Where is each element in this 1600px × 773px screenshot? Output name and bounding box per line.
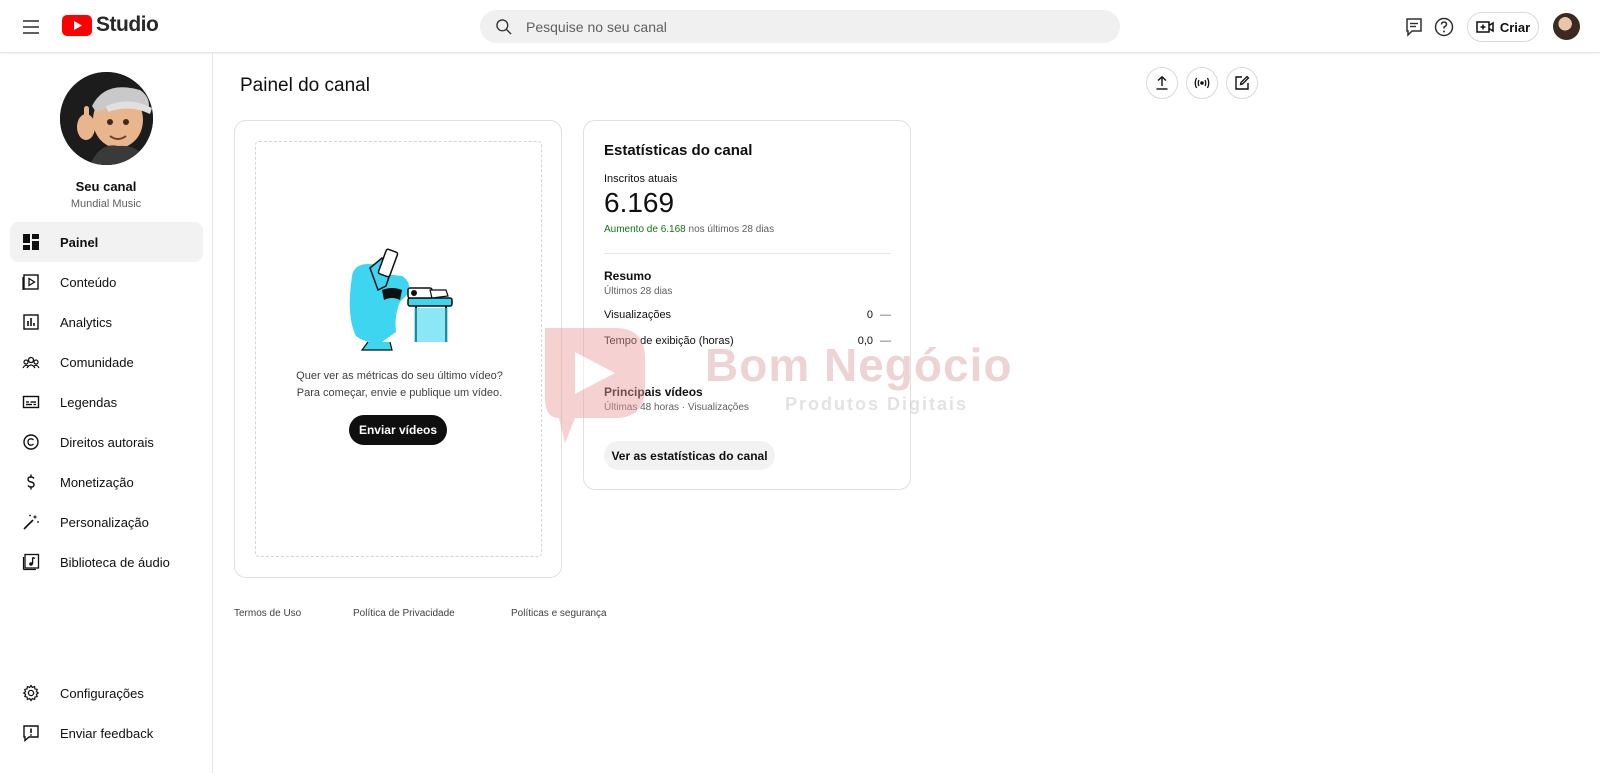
dollar-icon	[21, 472, 41, 492]
sidebar-item-label: Comunidade	[60, 354, 134, 370]
live-broadcast-icon	[1194, 77, 1210, 89]
top-videos-subtitle: Últimas 48 horas · Visualizações	[604, 402, 749, 413]
sidebar-item-biblioteca-audio[interactable]: Biblioteca de áudio	[10, 542, 203, 582]
account-avatar[interactable]	[1553, 13, 1580, 40]
metric-name: Visualizações	[604, 309, 672, 321]
sidebar-item-monetizacao[interactable]: Monetização	[10, 462, 203, 502]
create-post-button[interactable]	[1226, 67, 1258, 99]
sidebar: Seu canal Mundial Music Painel Conteúdo …	[0, 53, 213, 773]
messages-icon[interactable]	[1402, 15, 1426, 39]
sidebar-item-configuracoes[interactable]: Configurações	[10, 673, 203, 713]
footer-link-policies[interactable]: Políticas e segurança	[511, 608, 607, 619]
metric-name: Tempo de exibição (horas)	[604, 335, 734, 347]
copyright-icon	[21, 432, 41, 452]
upload-icon	[1156, 75, 1168, 90]
sidebar-item-label: Analytics	[60, 314, 113, 330]
sidebar-item-label: Conteúdo	[60, 274, 117, 290]
sidebar-item-label: Biblioteca de áudio	[60, 554, 170, 570]
studio-logo[interactable]: Studio	[62, 13, 159, 37]
memoji-avatar-icon	[60, 72, 153, 165]
metric-value: 0,0	[857, 335, 873, 347]
magic-wand-icon	[21, 512, 41, 532]
go-live-button[interactable]	[1186, 67, 1218, 99]
sidebar-bottom-nav: Configurações Enviar feedback	[10, 673, 203, 753]
upload-button[interactable]	[1146, 67, 1178, 99]
metric-trend: —	[880, 335, 891, 347]
footer-link-terms[interactable]: Termos de Uso	[234, 608, 301, 619]
search-bar[interactable]	[480, 10, 1120, 43]
dashboard-icon	[21, 232, 41, 252]
summary-period: Últimos 28 dias	[604, 286, 673, 297]
metric-trend: —	[880, 309, 891, 321]
sidebar-item-label: Monetização	[60, 474, 134, 490]
metric-value: 0	[866, 309, 873, 321]
subscribers-change-rest: nos últimos 28 dias	[685, 224, 775, 235]
sidebar-item-label: Legendas	[60, 394, 118, 410]
sidebar-item-comunidade[interactable]: Comunidade	[10, 342, 203, 382]
create-label: Criar	[1499, 19, 1531, 35]
logo-text: Studio	[96, 13, 159, 36]
footer-link-privacy[interactable]: Política de Privacidade	[353, 608, 455, 619]
subscribers-count: 6.169	[604, 187, 675, 218]
channel-title: Seu canal	[75, 179, 137, 194]
search-input[interactable]	[526, 18, 1086, 35]
sidebar-item-analytics[interactable]: Analytics	[10, 302, 203, 342]
feedback-icon	[21, 723, 41, 743]
sidebar-item-legendas[interactable]: Legendas	[10, 382, 203, 422]
gear-icon	[21, 683, 41, 703]
edit-icon	[1235, 75, 1250, 90]
sidebar-item-label: Direitos autorais	[60, 434, 154, 450]
divider	[604, 253, 891, 254]
sidebar-item-label: Configurações	[60, 685, 144, 701]
analytics-icon	[21, 312, 41, 332]
stats-title: Estatísticas do canal	[604, 142, 753, 159]
subscribers-change-highlight: Aumento de 6.168	[604, 224, 686, 235]
upload-videos-button[interactable]: Enviar vídeos	[349, 415, 447, 445]
subscribers-change: Aumento de 6.168 nos últimos 28 dias	[604, 224, 774, 235]
view-channel-stats-button[interactable]: Ver as estatísticas do canal	[604, 441, 775, 470]
upload-dropzone: Quer ver as métricas do seu último vídeo…	[255, 141, 542, 557]
upload-card: Quer ver as métricas do seu último vídeo…	[234, 120, 562, 578]
sidebar-nav: Painel Conteúdo Analytics Comunidade Leg…	[10, 222, 203, 582]
sidebar-item-label: Painel	[60, 234, 99, 250]
sidebar-item-personalizacao[interactable]: Personalização	[10, 502, 203, 542]
upload-prompt-line2: Para começar, envie e publique um vídeo.	[296, 387, 503, 399]
upload-prompt: Quer ver as métricas do seu último vídeo…	[256, 368, 543, 402]
create-button[interactable]: Criar	[1467, 12, 1539, 42]
page-title: Painel do canal	[240, 75, 370, 96]
summary-title: Resumo	[604, 269, 652, 283]
sidebar-item-enviar-feedback[interactable]: Enviar feedback	[10, 713, 203, 753]
metric-row: Visualizações 0 —	[604, 309, 891, 321]
channel-stats-card: Estatísticas do canal Inscritos atuais 6…	[583, 120, 911, 490]
menu-icon[interactable]	[18, 14, 44, 40]
metric-row: Tempo de exibição (horas) 0,0 —	[604, 335, 891, 347]
audio-library-icon	[21, 552, 41, 572]
subscribers-label: Inscritos atuais	[604, 173, 678, 185]
sidebar-item-painel[interactable]: Painel	[10, 222, 203, 262]
youtube-logo-icon	[62, 14, 92, 36]
community-icon	[21, 352, 41, 372]
sidebar-item-label: Enviar feedback	[60, 725, 154, 741]
microscope-illustration-icon	[349, 248, 453, 351]
channel-avatar[interactable]	[60, 72, 153, 165]
add-video-icon	[1476, 21, 1494, 33]
sidebar-item-label: Personalização	[60, 514, 149, 530]
help-icon[interactable]	[1432, 15, 1456, 39]
top-videos-title: Principais vídeos	[604, 385, 703, 399]
content-icon	[21, 272, 41, 292]
upload-prompt-line1: Quer ver as métricas do seu último vídeo…	[296, 370, 503, 382]
channel-name: Mundial Music	[70, 198, 142, 210]
sidebar-item-conteudo[interactable]: Conteúdo	[10, 262, 203, 302]
search-icon[interactable]	[494, 17, 514, 37]
sidebar-item-direitos-autorais[interactable]: Direitos autorais	[10, 422, 203, 462]
top-bar: Studio Criar	[0, 0, 1600, 53]
subtitles-icon	[21, 392, 41, 412]
